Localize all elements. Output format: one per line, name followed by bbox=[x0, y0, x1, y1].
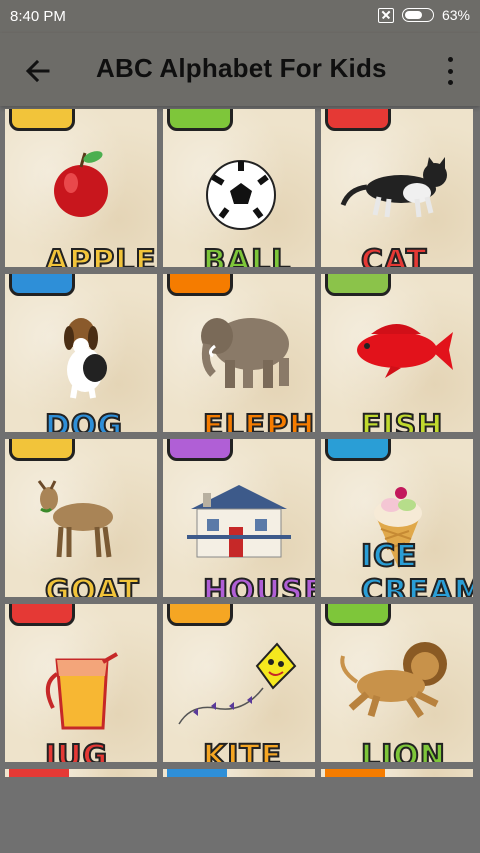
overflow-menu-button[interactable] bbox=[440, 57, 460, 85]
card-word: GOAT bbox=[44, 573, 140, 597]
page-title: ABC Alphabet For Kids bbox=[96, 53, 387, 83]
letter-graphic bbox=[9, 769, 69, 777]
status-icons: 63% bbox=[377, 7, 470, 23]
battery-icon bbox=[401, 8, 434, 22]
card-word: BALL bbox=[202, 243, 292, 267]
letter-card-kite[interactable]: KITE bbox=[163, 604, 315, 762]
letter-card-lion[interactable]: LION bbox=[321, 604, 473, 762]
letter-card-cat[interactable]: CAT bbox=[321, 109, 473, 267]
card-word: ELEPHANT bbox=[202, 408, 315, 432]
letter-graphic bbox=[167, 769, 227, 777]
letter-card-partial[interactable] bbox=[163, 769, 315, 777]
status-time: 8:40 PM bbox=[10, 8, 66, 25]
status-bar: 8:40 PM 63% bbox=[0, 0, 480, 33]
card-word: DOG bbox=[44, 408, 124, 432]
battery-percent: 63% bbox=[441, 7, 470, 23]
app-bar: ABC Alphabet For Kids bbox=[0, 33, 480, 106]
letter-card-partial[interactable] bbox=[321, 769, 473, 777]
letter-card-partial[interactable] bbox=[5, 769, 157, 777]
card-word: LION bbox=[360, 738, 446, 762]
letter-card-ball[interactable]: BALL bbox=[163, 109, 315, 267]
letter-card-apple[interactable]: APPLE bbox=[5, 109, 157, 267]
letter-card-elephant[interactable]: ELEPHANT bbox=[163, 274, 315, 432]
arrow-left-icon bbox=[25, 59, 50, 83]
alphabet-grid: APPLE BALL CAT DOG ELEPHANT FISH GOAT HOUSE ICE … bbox=[0, 106, 480, 853]
letter-card-ice-cream[interactable]: ICE CREAM bbox=[321, 439, 473, 597]
letter-card-house[interactable]: HOUSE bbox=[163, 439, 315, 597]
letter-card-goat[interactable]: GOAT bbox=[5, 439, 157, 597]
back-button[interactable] bbox=[22, 55, 54, 87]
card-word: APPLE bbox=[44, 243, 157, 267]
letter-card-jug[interactable]: JUG bbox=[5, 604, 157, 762]
more-vertical-icon bbox=[447, 57, 453, 62]
card-word: FISH bbox=[360, 408, 444, 432]
card-word: CAT bbox=[360, 243, 428, 267]
no-sim-icon bbox=[377, 7, 394, 23]
card-word: KITE bbox=[202, 738, 283, 762]
card-word: HOUSE bbox=[202, 573, 315, 597]
letter-card-fish[interactable]: FISH bbox=[321, 274, 473, 432]
letter-card-dog[interactable]: DOG bbox=[5, 274, 157, 432]
letter-graphic bbox=[325, 769, 385, 777]
card-word: JUG bbox=[44, 738, 109, 762]
card-word: ICE CREAM bbox=[360, 538, 473, 597]
